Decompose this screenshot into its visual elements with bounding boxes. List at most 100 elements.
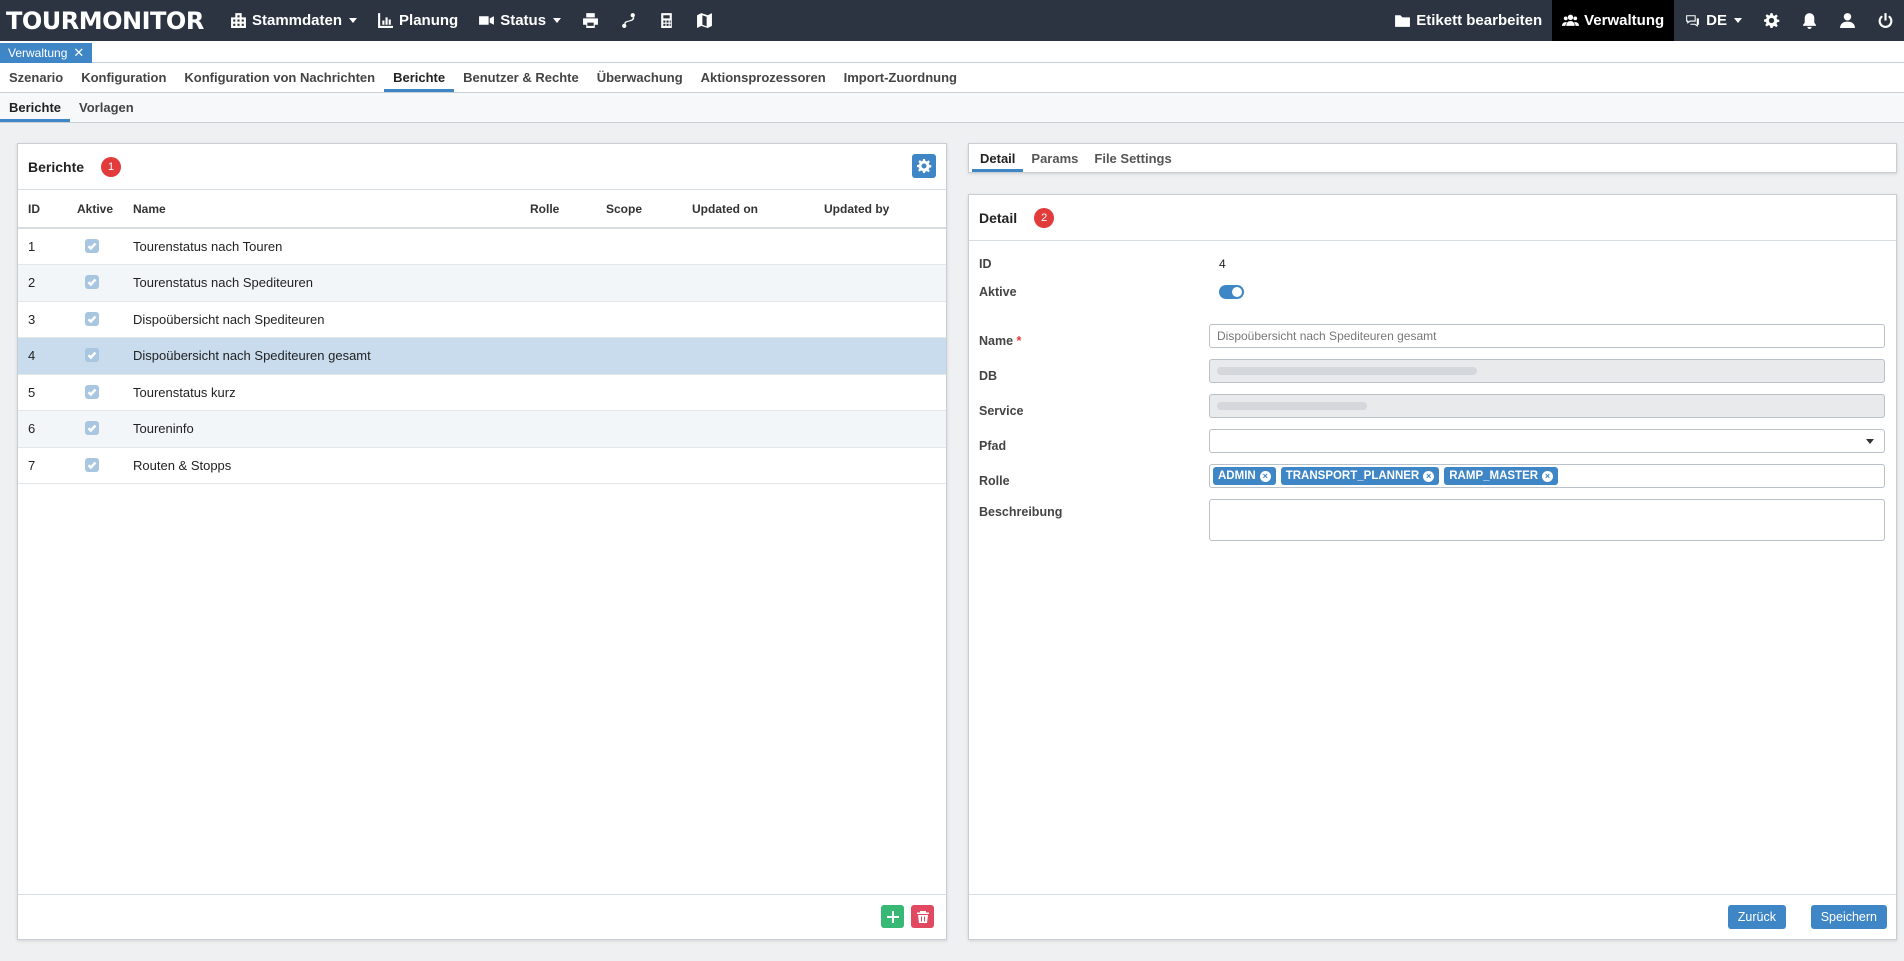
- table-row[interactable]: 7 Routen & Stopps: [18, 447, 946, 484]
- column-header-id[interactable]: ID: [18, 190, 67, 229]
- add-report-button[interactable]: [881, 905, 904, 928]
- delete-report-button[interactable]: [911, 905, 934, 928]
- cell-updated-by: [814, 264, 946, 302]
- route-icon: [621, 13, 635, 28]
- column-header-scope[interactable]: Scope: [596, 190, 682, 229]
- column-header-updated-by[interactable]: Updated by: [814, 190, 946, 229]
- submenu-berichte[interactable]: Berichte: [0, 93, 71, 122]
- logout-button[interactable]: [1866, 0, 1904, 41]
- cell-scope: [596, 410, 682, 448]
- cell-name: Dispoübersicht nach Spediteuren: [123, 301, 520, 338]
- open-tab-verwaltung[interactable]: Verwaltung ✕: [0, 43, 93, 63]
- cell-rolle: [520, 447, 596, 484]
- cell-scope: [596, 228, 682, 265]
- map-icon: [696, 13, 712, 28]
- chip-remove-icon[interactable]: ×: [1259, 470, 1271, 482]
- table-row[interactable]: 6 Toureninfo: [18, 410, 946, 448]
- cell-id: 2: [18, 264, 67, 302]
- app-logo[interactable]: TOURMONITOR: [0, 7, 220, 35]
- name-input[interactable]: Dispoübersicht nach Spediteuren gesamt: [1209, 324, 1885, 348]
- save-button[interactable]: Speichern: [1810, 905, 1887, 929]
- edit-label-button[interactable]: Etikett bearbeiten: [1384, 0, 1552, 41]
- role-multiselect[interactable]: ADMIN × TRANSPORT_PLANNER × RAMP_MASTER ×: [1209, 464, 1885, 488]
- nav-planung[interactable]: Planung: [367, 0, 468, 41]
- chip-remove-icon[interactable]: ×: [1542, 470, 1554, 482]
- language-label: DE: [1706, 12, 1727, 29]
- route-button[interactable]: [609, 0, 647, 41]
- reports-settings-button[interactable]: [912, 154, 936, 178]
- menu-ueberwachung[interactable]: Überwachung: [588, 63, 692, 92]
- description-textarea[interactable]: [1209, 499, 1885, 541]
- menu-szenario[interactable]: Szenario: [0, 63, 72, 92]
- table-row[interactable]: 1 Tourenstatus nach Touren: [18, 228, 946, 265]
- field-label-service: Service: [979, 404, 1024, 418]
- notifications-button[interactable]: [1790, 0, 1828, 41]
- column-header-name[interactable]: Name: [123, 190, 520, 229]
- admin-menu: Szenario Konfiguration Konfiguration von…: [0, 63, 1904, 93]
- menu-berichte[interactable]: Berichte: [384, 63, 455, 92]
- db-input: [1209, 359, 1885, 383]
- tab-file-settings[interactable]: File Settings: [1086, 144, 1179, 172]
- nav-stammdaten[interactable]: Stammdaten: [220, 0, 367, 41]
- nav-verwaltung[interactable]: Verwaltung: [1552, 0, 1675, 41]
- field-label-name: Name *: [979, 334, 1022, 348]
- table-row[interactable]: 3 Dispoübersicht nach Spediteuren: [18, 301, 946, 338]
- checkbox-checked-icon[interactable]: [85, 239, 99, 253]
- field-row-active: Aktive: [979, 285, 1244, 299]
- checkbox-checked-icon[interactable]: [85, 384, 99, 399]
- menu-benutzer-rechte[interactable]: Benutzer & Rechte: [454, 63, 588, 92]
- active-toggle[interactable]: [1219, 285, 1244, 299]
- menu-aktionsprozessoren[interactable]: Aktionsprozessoren: [692, 63, 835, 92]
- role-chip-transport-planner: TRANSPORT_PLANNER ×: [1280, 467, 1440, 485]
- bell-icon: [1802, 13, 1816, 29]
- field-row-name: Name *: [979, 329, 1209, 353]
- tab-detail[interactable]: Detail: [972, 144, 1024, 172]
- close-icon[interactable]: ✕: [73, 45, 84, 61]
- table-row[interactable]: 4 Dispoübersicht nach Spediteuren gesamt: [18, 337, 946, 375]
- calculator-icon: [660, 13, 672, 28]
- sub-menu: Berichte Vorlagen: [0, 93, 1904, 123]
- table-header-row: ID Aktive Name Rolle Scope Updated on Up…: [18, 190, 946, 229]
- checkbox-checked-icon[interactable]: [85, 457, 99, 472]
- cell-name: Toureninfo: [123, 410, 520, 448]
- detail-panel-title: Detail: [979, 209, 1018, 226]
- checkbox-checked-icon[interactable]: [85, 311, 99, 326]
- table-row[interactable]: 2 Tourenstatus nach Spediteuren: [18, 264, 946, 302]
- cell-updated-on: [682, 410, 814, 448]
- field-label-db: DB: [979, 369, 998, 383]
- back-button[interactable]: Zurück: [1727, 905, 1786, 929]
- cell-active: [67, 337, 123, 375]
- video-icon: [479, 16, 495, 25]
- checkbox-checked-icon[interactable]: [85, 348, 99, 363]
- chip-remove-icon[interactable]: ×: [1423, 470, 1435, 482]
- column-header-rolle[interactable]: Rolle: [520, 190, 596, 229]
- open-tabs-bar: Verwaltung ✕: [0, 41, 1904, 63]
- field-row-service: Service: [979, 399, 1209, 423]
- map-button[interactable]: [685, 0, 723, 41]
- path-select[interactable]: [1209, 429, 1885, 453]
- calculator-button[interactable]: [647, 0, 685, 41]
- checkbox-checked-icon[interactable]: [85, 421, 99, 436]
- cell-id: 6: [18, 410, 67, 448]
- submenu-vorlagen[interactable]: Vorlagen: [70, 93, 143, 122]
- nav-status[interactable]: Status: [468, 0, 571, 41]
- service-input: [1209, 394, 1885, 418]
- cell-active: [67, 374, 123, 411]
- checkbox-checked-icon[interactable]: [85, 275, 99, 290]
- column-header-updated-on[interactable]: Updated on: [682, 190, 814, 229]
- menu-import-zuordnung[interactable]: Import-Zuordnung: [835, 63, 966, 92]
- cell-rolle: [520, 264, 596, 302]
- cell-name: Tourenstatus nach Touren: [123, 228, 520, 265]
- tab-params[interactable]: Params: [1023, 144, 1086, 172]
- profile-button[interactable]: [1828, 0, 1866, 41]
- language-select[interactable]: DE: [1674, 0, 1752, 41]
- column-header-aktive[interactable]: Aktive: [67, 190, 123, 229]
- print-button[interactable]: [571, 0, 609, 41]
- cell-name: Tourenstatus kurz: [123, 374, 520, 411]
- reports-panel-header: Berichte 1: [18, 144, 946, 190]
- menu-konfiguration[interactable]: Konfiguration: [72, 63, 175, 92]
- cell-name: Routen & Stopps: [123, 447, 520, 484]
- settings-button[interactable]: [1752, 0, 1790, 41]
- table-row[interactable]: 5 Tourenstatus kurz: [18, 374, 946, 411]
- menu-konfiguration-nachrichten[interactable]: Konfiguration von Nachrichten: [175, 63, 384, 92]
